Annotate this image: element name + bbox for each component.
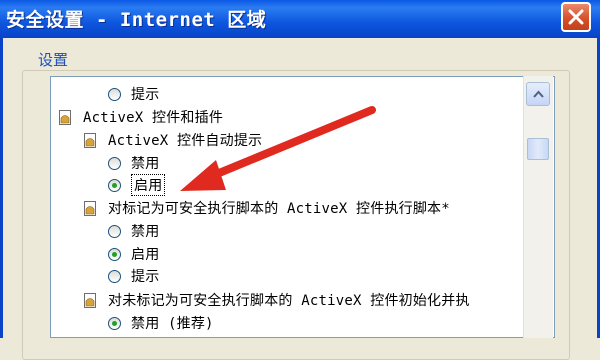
red-arrow-annotation bbox=[180, 106, 376, 191]
arrow-shaft bbox=[203, 106, 376, 182]
arrowhead-icon bbox=[180, 160, 226, 191]
